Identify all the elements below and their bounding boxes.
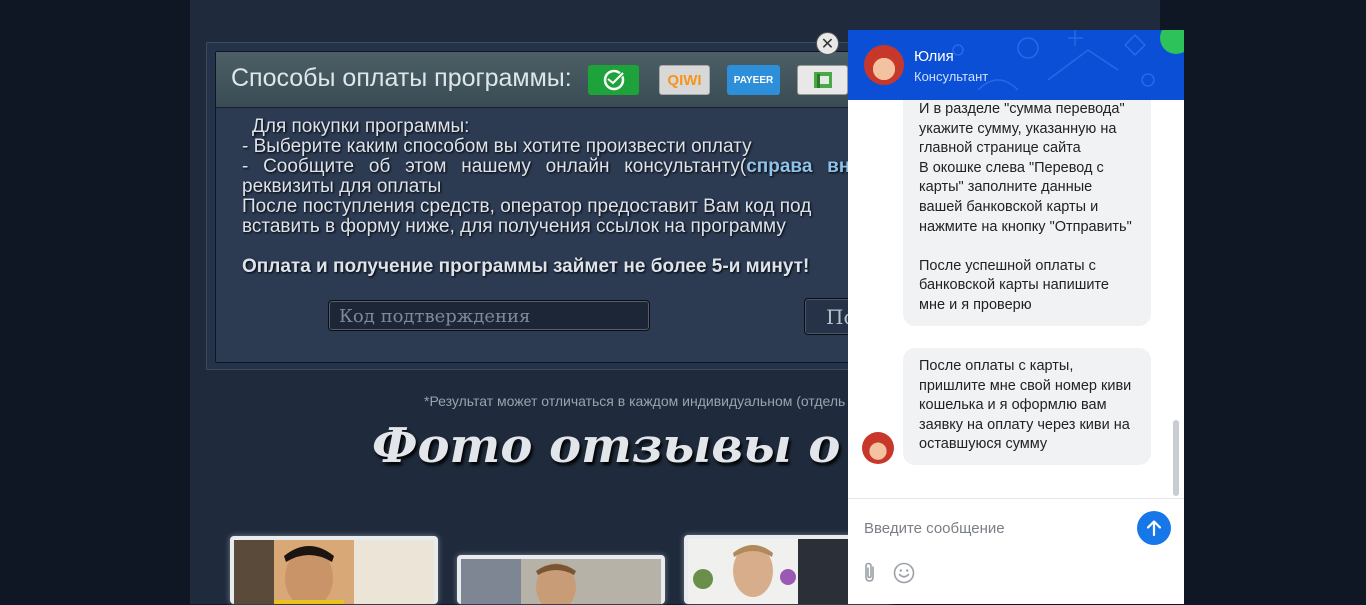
review-photo-2-image xyxy=(461,559,661,604)
send-button[interactable] xyxy=(1137,511,1171,545)
disclaimer-text: *Результат может отличаться в каждом инд… xyxy=(424,393,846,409)
agent-message: После оплаты с карты, пришлите мне свой … xyxy=(903,348,1151,465)
chat-input-area xyxy=(848,498,1184,605)
message-list[interactable]: И в разделе "сумма перевода" укажите сум… xyxy=(848,100,1184,498)
message-input[interactable] xyxy=(864,517,1124,539)
chat-widget: Юлия Консультант И в разделе "сумма пере… xyxy=(848,30,1184,604)
consultant-link[interactable]: справа вни xyxy=(746,156,862,177)
agent-role: Консультант xyxy=(914,69,989,84)
review-photo-1[interactable] xyxy=(230,536,438,604)
payeer-logo-icon[interactable]: PAYEER xyxy=(727,65,780,95)
chat-header: Юлия Консультант xyxy=(848,30,1184,100)
instructions-line-2: - Выберите каким способом вы хотите прои… xyxy=(242,136,752,157)
privatbank-logo-icon[interactable] xyxy=(797,65,848,95)
qiwi-logo-icon[interactable]: QIWI xyxy=(659,65,710,95)
instructions-line-6: вставить в форму ниже, для получения ссы… xyxy=(242,216,786,237)
smiley-icon[interactable] xyxy=(892,561,916,590)
instructions-line-4: реквизиты для оплаты xyxy=(242,176,442,197)
agent-avatar xyxy=(864,45,904,85)
confirmation-code-input[interactable]: Код подтверждения xyxy=(328,300,650,331)
payment-panel-inner: Способы оплаты программы: QIWI PAYEER Дл… xyxy=(215,51,867,363)
payment-time-note: Оплата и получение программы займет не б… xyxy=(242,256,810,277)
review-photo-2[interactable] xyxy=(457,555,665,604)
message-avatar xyxy=(862,432,894,464)
agent-message: И в разделе "сумма перевода" укажите сум… xyxy=(903,100,1151,326)
payment-panel: Способы оплаты программы: QIWI PAYEER Дл… xyxy=(206,42,868,370)
close-icon[interactable]: ✕ xyxy=(816,32,839,55)
instructions-line-5: После поступления средств, оператор пред… xyxy=(242,196,812,217)
payment-header: Способы оплаты программы: QIWI PAYEER xyxy=(216,52,866,108)
sberbank-logo-icon[interactable] xyxy=(588,65,639,95)
payment-instructions: Для покупки программы: - Выберите каким … xyxy=(242,117,862,277)
agent-name: Юлия xyxy=(914,48,954,65)
payment-title: Способы оплаты программы: xyxy=(231,64,572,92)
review-photo-1-image xyxy=(234,540,434,604)
instructions-line-3-text: - Сообщите об этом нашему онлайн консуль… xyxy=(242,156,747,177)
instructions-line-3: - Сообщите об этом нашему онлайн консуль… xyxy=(242,157,862,177)
arrow-up-icon xyxy=(1146,520,1162,537)
paperclip-icon[interactable] xyxy=(860,561,880,590)
instructions-line-1: Для покупки программы: xyxy=(252,116,470,137)
chat-scrollbar[interactable] xyxy=(1173,420,1179,496)
